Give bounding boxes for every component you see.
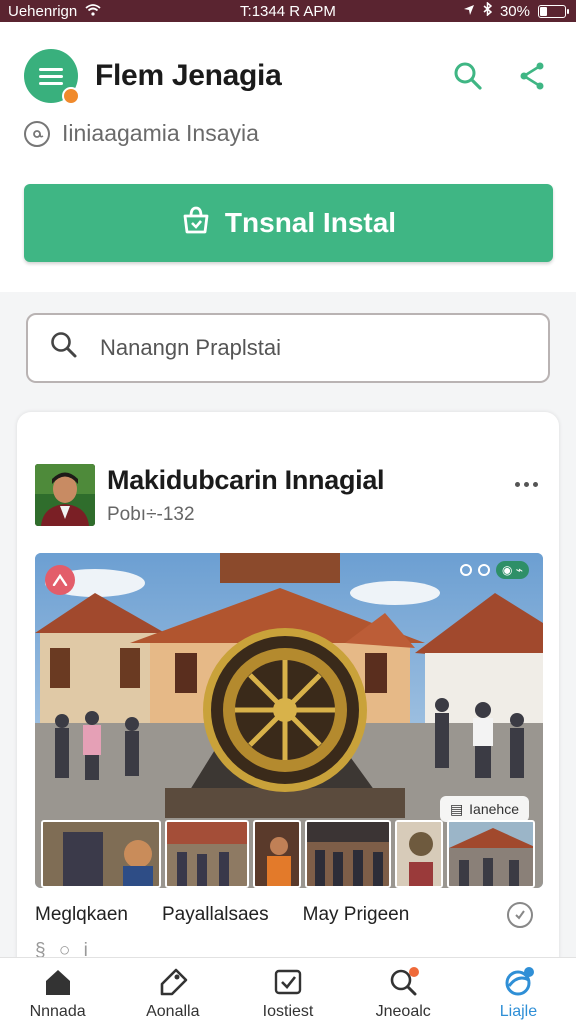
ring-icon (459, 564, 472, 576)
install-button-label: Tnsnal Instal (224, 207, 397, 238)
post-header: Makidubcarin Innagial Pobı÷-132 (35, 464, 541, 528)
thumbnail[interactable] (41, 820, 161, 888)
post-photo[interactable]: ◉ ⌁ ▤ Ianehce (35, 553, 543, 888)
photo-thumbnails (35, 820, 543, 888)
verified-icon[interactable] (507, 902, 533, 928)
globe-icon (502, 967, 535, 997)
menu-icon[interactable] (24, 49, 80, 105)
nav-item-label: Jneoalc (375, 1003, 431, 1020)
nav-item-label: Liajle (499, 1003, 538, 1020)
app-title: Flem Jenagia (95, 59, 282, 92)
thumbnail[interactable] (165, 820, 249, 888)
photo-chip-label: Ianehce (469, 801, 519, 817)
nav-item-profile[interactable]: Liajle (461, 958, 576, 1024)
camera-icon: ◉ ⌁ (495, 561, 529, 579)
at-sign-icon (24, 120, 50, 147)
bottom-nav: Nnnada Aonalla Iostiest Jneoalc Liajle (0, 957, 576, 1024)
bluetooth-icon (483, 1, 493, 20)
battery-percent: 30% (499, 2, 530, 20)
thumbnail[interactable] (253, 820, 301, 888)
search-icon (387, 967, 420, 997)
carrier-label: Uehenrign (8, 2, 78, 20)
post-meta: Pobı÷-132 (107, 504, 195, 525)
checkbox-icon (272, 967, 304, 997)
tag-icon (157, 967, 189, 997)
post-author[interactable]: Makidubcarin Innagial (107, 465, 385, 496)
tag-item[interactable]: Payallalsaes (162, 904, 269, 926)
photo-status-badges: ◉ ⌁ (459, 561, 529, 579)
thumbnail[interactable] (305, 820, 391, 888)
notification-dot (62, 87, 80, 105)
store-icon (181, 206, 211, 241)
wifi-icon (85, 3, 101, 20)
battery-icon (538, 4, 569, 18)
more-options-icon[interactable] (511, 474, 541, 494)
avatar[interactable] (35, 464, 95, 526)
status-bar: Uehenrign T:1344 R APM 30% (0, 0, 576, 22)
nav-item-label: Iostiest (262, 1003, 314, 1020)
thumbnail[interactable] (447, 820, 535, 888)
nav-item-tasks[interactable]: Iostiest (230, 958, 345, 1024)
tag-item[interactable]: Meglqkaen (35, 904, 128, 926)
search-bar[interactable] (26, 313, 550, 383)
post-tags: Meglqkaen Payallalsaes May Prigeen (35, 900, 533, 930)
nav-item-label: Aonalla (146, 1003, 200, 1020)
nav-item-label: Nnnada (29, 1003, 86, 1020)
search-input[interactable] (100, 335, 500, 361)
home-icon (42, 967, 74, 997)
nav-item-home[interactable]: Nnnada (0, 958, 115, 1024)
photo-chip[interactable]: ▤ Ianehce (439, 796, 529, 822)
gallery-icon: ▤ (449, 800, 464, 817)
thumbnail[interactable] (395, 820, 443, 888)
search-icon (50, 331, 78, 365)
install-button[interactable]: Tnsnal Instal (24, 184, 553, 262)
ring-icon (477, 564, 490, 576)
tag-item[interactable]: May Prigeen (303, 904, 410, 926)
subtitle-row: Iiniaagamia Insayia (24, 120, 259, 147)
share-icon[interactable] (512, 56, 552, 96)
nav-item-search[interactable]: Jneoalc (346, 958, 461, 1024)
nav-item-tags[interactable]: Aonalla (115, 958, 230, 1024)
search-icon[interactable] (448, 56, 488, 96)
tag-icon[interactable] (45, 565, 75, 595)
app-header-card: Flem Jenagia Iiniaagamia Insayia Tnsnal … (0, 22, 576, 292)
location-icon (463, 3, 475, 20)
app-subtitle: Iiniaagamia Insayia (62, 120, 259, 146)
post-card[interactable]: Makidubcarin Innagial Pobı÷-132 ◉ ⌁ ▤ Ia… (17, 412, 559, 972)
